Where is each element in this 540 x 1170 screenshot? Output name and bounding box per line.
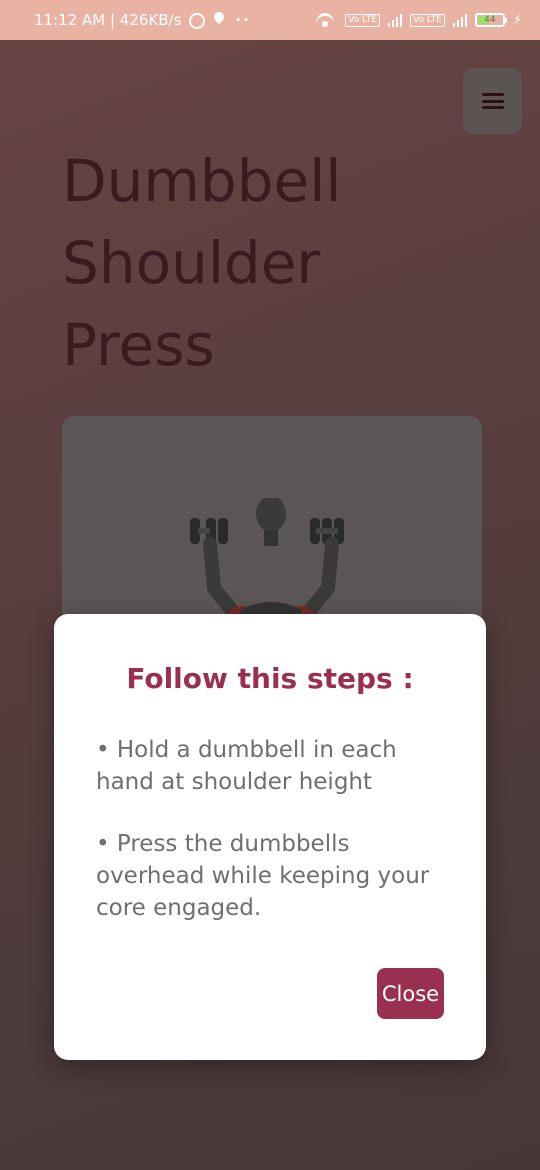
status-bar: 11:12 AM | 426KB/s ·· Vo LTE Vo LTE 44 ⚡: [0, 0, 540, 40]
step-text-2: • Press the dumbbells overhead while kee…: [96, 831, 430, 921]
volte-badge-1: Vo LTE: [345, 13, 381, 27]
dialog-title: Follow this steps :: [126, 662, 414, 695]
volte-badge-2: Vo LTE: [410, 13, 445, 27]
steps-dialog: Follow this steps : • Hold a dumbbell in…: [54, 614, 486, 1060]
signal-icon-1: [388, 13, 403, 27]
status-left: 11:12 AM | 426KB/s ··: [34, 11, 251, 29]
status-time-speed: 11:12 AM | 426KB/s: [34, 11, 182, 29]
battery-icon: 44: [474, 13, 507, 27]
wifi-icon: [315, 13, 337, 27]
signal-icon-2: [452, 13, 467, 27]
more-notifications-icon: ··: [235, 11, 251, 29]
battery-level: 44: [484, 15, 496, 25]
alarm-icon: [187, 12, 206, 29]
charging-icon: ⚡: [512, 12, 522, 28]
step-text-1: • Hold a dumbbell in each hand at should…: [96, 737, 397, 795]
location-icon: [211, 12, 229, 28]
status-right: Vo LTE Vo LTE 44 ⚡: [315, 13, 522, 28]
close-button[interactable]: Close: [377, 968, 444, 1019]
